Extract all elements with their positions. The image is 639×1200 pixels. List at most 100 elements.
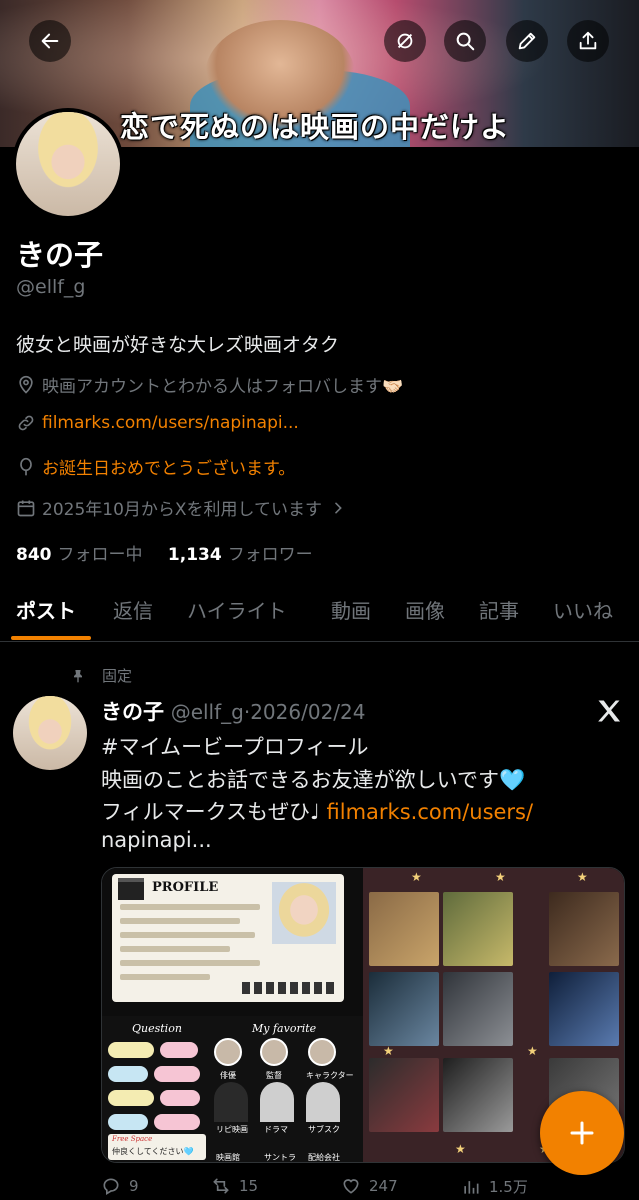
post-link-part1[interactable]: filmarks.com/users/ bbox=[327, 800, 534, 824]
tab-videos[interactable]: 動画 bbox=[331, 595, 371, 624]
followers-label: フォロワー bbox=[227, 545, 313, 565]
profile-avatar[interactable] bbox=[12, 108, 124, 220]
reply-count: 9 bbox=[129, 1177, 139, 1195]
movie-still bbox=[443, 892, 513, 966]
repost-count: 15 bbox=[239, 1177, 259, 1195]
profile-joined-row[interactable]: 2025年10月からXを利用しています bbox=[16, 495, 352, 520]
profile-sheet-line bbox=[120, 904, 260, 910]
post-avatar-image bbox=[13, 696, 87, 770]
pinned-label-row: 固定 bbox=[70, 665, 132, 686]
question-chip bbox=[108, 1042, 154, 1058]
movie-still bbox=[549, 972, 619, 1046]
post-link-part2[interactable]: napinapi... bbox=[101, 828, 212, 852]
followers-link[interactable]: 1,134 フォロワー bbox=[168, 545, 313, 565]
free-space-text: 仲良くしてください🩵 bbox=[112, 1147, 194, 1156]
views-icon bbox=[464, 1180, 479, 1194]
post-text-line1: 映画のことお話できるお友達が欲しいです🩵 bbox=[101, 768, 526, 792]
edit-icon bbox=[518, 32, 536, 50]
banner-caption: 恋で死ぬのは映画の中だけよ bbox=[120, 110, 511, 144]
following-link[interactable]: 840 フォロー中 bbox=[16, 545, 143, 565]
post-header: きの子 @ellf_g·2026/02/24 bbox=[101, 696, 365, 726]
profile-sheet-line bbox=[120, 946, 230, 952]
media-image-profile-sheet[interactable]: PROFILE Question My favorite 俳優 監督 キャラクタ… bbox=[102, 868, 364, 1162]
avatar-image bbox=[16, 112, 120, 216]
favorite-label-soundtrack: サントラ bbox=[264, 1153, 296, 1162]
views-button[interactable]: 1.5万 bbox=[461, 1176, 528, 1197]
balloon-icon bbox=[20, 457, 32, 475]
profile-sheet-line bbox=[120, 974, 210, 980]
post-author-handle[interactable]: @ellf_g bbox=[171, 700, 244, 724]
favorite-arch-subscription bbox=[306, 1082, 340, 1122]
favorite-label-drama: ドラマ bbox=[264, 1125, 288, 1134]
repost-button[interactable]: 15 bbox=[211, 1176, 258, 1196]
profile-location-row: 映画アカウントとわかる人はフォロバします🤝🏻 bbox=[16, 372, 403, 397]
like-icon bbox=[343, 1179, 359, 1194]
follow-stats: 840 フォロー中 1,134 フォロワー bbox=[16, 540, 313, 565]
post-avatar[interactable] bbox=[13, 696, 87, 770]
tab-photos[interactable]: 画像 bbox=[405, 595, 445, 624]
search-button[interactable] bbox=[444, 20, 486, 62]
views-count: 1.5万 bbox=[489, 1178, 528, 1196]
favorite-label-actor: 俳優 bbox=[220, 1071, 236, 1080]
x-logo-icon[interactable] bbox=[595, 697, 623, 725]
repost-icon bbox=[213, 1178, 229, 1194]
post-actions: 9 15 247 1.5万 bbox=[101, 1176, 621, 1200]
share-icon bbox=[579, 31, 597, 50]
star-decoration: ★ bbox=[411, 870, 422, 884]
profile-name: きの子 bbox=[16, 238, 104, 272]
favorite-character-photo bbox=[308, 1038, 336, 1066]
favorite-label-subscription: サブスク bbox=[308, 1125, 340, 1134]
favorite-label-distributor: 配給会社 bbox=[308, 1153, 340, 1162]
star-decoration: ★ bbox=[383, 1044, 394, 1058]
post-text-line2: フィルマークスもぜひ♩ filmarks.com/users/ bbox=[101, 796, 533, 826]
question-chip bbox=[154, 1114, 200, 1130]
plus-icon bbox=[570, 1121, 594, 1145]
favorite-label-rewatch: リピ映画 bbox=[216, 1125, 248, 1134]
favorite-arch-rewatch bbox=[214, 1082, 248, 1122]
share-button[interactable] bbox=[567, 20, 609, 62]
profile-website-link[interactable]: filmarks.com/users/napinapi... bbox=[42, 413, 299, 433]
free-space-title: Free Space bbox=[112, 1135, 153, 1143]
post-text-line2-text: フィルマークスもぜひ♩ bbox=[101, 800, 327, 824]
movie-still bbox=[443, 1058, 513, 1132]
tab-posts[interactable]: ポスト bbox=[16, 595, 76, 624]
grok-button[interactable] bbox=[384, 20, 426, 62]
post-date[interactable]: 2026/02/24 bbox=[250, 700, 365, 724]
link-icon bbox=[18, 415, 34, 431]
reply-button[interactable]: 9 bbox=[101, 1176, 139, 1196]
grok-icon bbox=[397, 33, 413, 49]
pinned-label: 固定 bbox=[102, 667, 133, 685]
tab-likes[interactable]: いいね bbox=[553, 595, 613, 624]
tab-articles[interactable]: 記事 bbox=[479, 595, 519, 624]
like-button[interactable]: 247 bbox=[341, 1176, 398, 1196]
movie-still bbox=[443, 972, 513, 1046]
calendar-icon bbox=[17, 500, 35, 516]
tab-highlights[interactable]: ハイライト bbox=[187, 595, 287, 624]
pin-icon bbox=[74, 669, 82, 683]
search-icon bbox=[456, 32, 475, 51]
back-button[interactable] bbox=[29, 20, 71, 62]
edit-button[interactable] bbox=[506, 20, 548, 62]
like-count: 247 bbox=[369, 1177, 398, 1195]
profile-sheet-line bbox=[120, 932, 255, 938]
compose-post-button[interactable] bbox=[540, 1091, 624, 1175]
favorite-title: My favorite bbox=[252, 1022, 317, 1035]
question-chip bbox=[108, 1090, 154, 1106]
active-tab-indicator bbox=[11, 636, 91, 640]
movie-still bbox=[369, 892, 439, 966]
post-hashtag[interactable]: #マイムービープロフィール bbox=[101, 731, 369, 761]
tab-replies[interactable]: 返信 bbox=[113, 595, 153, 624]
profile-handle: @ellf_g bbox=[16, 276, 86, 298]
star-decoration: ★ bbox=[577, 870, 588, 884]
question-chip bbox=[108, 1066, 148, 1082]
followers-count: 1,134 bbox=[167, 545, 222, 565]
reply-icon bbox=[103, 1178, 119, 1195]
favorite-label-theater: 映画館 bbox=[216, 1153, 240, 1162]
post-author-name[interactable]: きの子 bbox=[101, 700, 164, 724]
seat-row bbox=[242, 982, 338, 994]
profile-website-row[interactable]: filmarks.com/users/napinapi... bbox=[16, 413, 299, 433]
favorite-label-character: キャラクター bbox=[306, 1071, 354, 1080]
profile-joined: 2025年10月からXを利用しています bbox=[42, 500, 323, 520]
question-chip bbox=[108, 1114, 148, 1130]
question-section: Question My favorite 俳優 監督 キャラクター リピ映画 ド… bbox=[102, 1016, 364, 1162]
